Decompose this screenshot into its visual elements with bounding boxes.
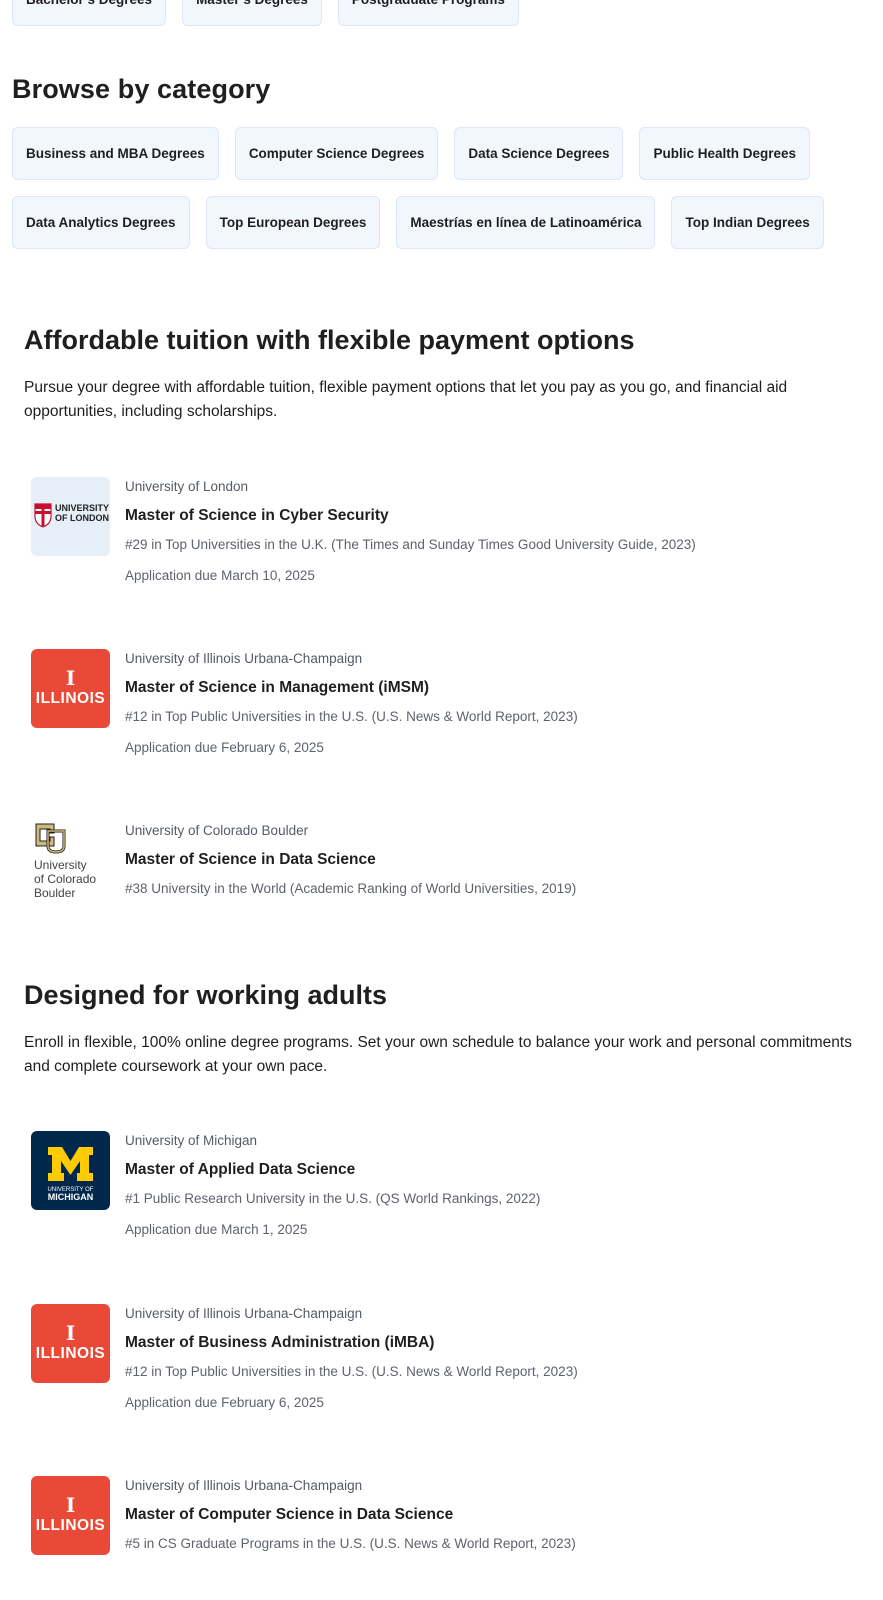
browse-by-category-heading: Browse by category (12, 74, 271, 104)
affordable-tuition-description: Pursue your degree with affordable tuiti… (24, 379, 788, 420)
chip-postgraduate[interactable]: Postgraduate Programs (337, 0, 519, 26)
program-title[interactable]: Master of Science in Cyber Security (125, 505, 696, 527)
application-due: Application due February 6, 2025 (125, 1395, 324, 1410)
partner-name: University of Illinois Urbana-Champaign (125, 1478, 363, 1493)
illinois-wordmark: ILLINOIS (35, 690, 106, 707)
program-rank: #29 in Top Universities in the U.K. (The… (125, 537, 696, 552)
program-title[interactable]: Master of Science in Data Science (125, 849, 576, 871)
svg-text:MICHIGAN: MICHIGAN (48, 1192, 94, 1202)
program-rank: #1 Public Research University in the U.S… (125, 1191, 541, 1206)
chip-bachelors[interactable]: Bachelor’s Degrees (12, 0, 167, 26)
working-adults-description: Enroll in flexible, 100% online degree p… (24, 1034, 852, 1075)
partner-name: University of Michigan (125, 1133, 258, 1148)
illinois-block-i-icon: I (65, 666, 76, 690)
chip-data-analytics[interactable]: Data Analytics Degrees (12, 196, 190, 249)
partner-name: University of Illinois Urbana-Champaign (125, 1306, 363, 1321)
chip-data-science[interactable]: Data Science Degrees (454, 127, 624, 180)
program-card[interactable]: I ILLINOIS University of Illinois Urbana… (31, 649, 851, 769)
chip-top-european[interactable]: Top European Degrees (205, 196, 381, 249)
program-rank: #38 University in the World (Academic Ra… (125, 881, 577, 896)
program-card[interactable]: UNIVERSITY OF LONDON University of Londo… (31, 477, 851, 597)
illinois-logo: I ILLINOIS (31, 649, 110, 728)
illinois-wordmark: ILLINOIS (35, 1517, 106, 1534)
chip-masters[interactable]: Master’s Degrees (182, 0, 322, 26)
program-rank: #12 in Top Public Universities in the U.… (125, 1364, 578, 1379)
category-chips-row-2: Data Analytics Degrees Top European Degr… (12, 196, 824, 249)
michigan-logo: UNIVERSITY OF MICHIGAN (31, 1131, 110, 1210)
application-due: Application due February 6, 2025 (125, 740, 324, 755)
chip-maestrias-latinoamerica[interactable]: Maestrías en línea de Latinoamérica (396, 196, 656, 249)
university-of-london-logo: UNIVERSITY OF LONDON (31, 477, 110, 556)
application-due: Application due March 1, 2025 (125, 1222, 308, 1237)
chip-business-mba[interactable]: Business and MBA Degrees (12, 127, 219, 180)
partner-name: University of Illinois Urbana-Champaign (125, 651, 363, 666)
chip-public-health[interactable]: Public Health Degrees (639, 127, 811, 180)
working-adults-heading: Designed for working adults (24, 980, 388, 1010)
illinois-logo: I ILLINOIS (31, 1476, 110, 1555)
program-card[interactable]: UNIVERSITY OF MICHIGAN University of Mic… (31, 1131, 851, 1251)
program-title[interactable]: Master of Applied Data Science (125, 1159, 540, 1181)
illinois-wordmark: ILLINOIS (35, 1345, 106, 1362)
partner-name: University of Colorado Boulder (125, 823, 309, 838)
program-rank: #5 in CS Graduate Programs in the U.S. (… (125, 1536, 576, 1551)
degree-type-chips: Bachelor’s Degrees Master’s Degrees Post… (12, 0, 519, 26)
svg-text:University: University (34, 858, 87, 872)
chip-top-indian[interactable]: Top Indian Degrees (671, 196, 824, 249)
program-rank: #12 in Top Public Universities in the U.… (125, 709, 578, 724)
illinois-block-i-icon: I (65, 1493, 76, 1517)
svg-text:OF LONDON: OF LONDON (55, 513, 109, 523)
program-card[interactable]: I ILLINOIS University of Illinois Urbana… (31, 1304, 851, 1424)
program-title[interactable]: Master of Science in Management (iMSM) (125, 677, 578, 699)
svg-text:of Colorado: of Colorado (34, 872, 96, 886)
program-card[interactable]: I ILLINOIS University of Illinois Urbana… (31, 1476, 851, 1596)
svg-text:Boulder: Boulder (34, 886, 75, 900)
affordable-tuition-heading: Affordable tuition with flexible payment… (24, 325, 635, 355)
colorado-boulder-logo: University of Colorado Boulder (31, 821, 110, 900)
svg-text:UNIVERSITY: UNIVERSITY (55, 503, 109, 513)
illinois-block-i-icon: I (65, 1321, 76, 1345)
program-title[interactable]: Master of Computer Science in Data Scien… (125, 1504, 576, 1526)
chip-computer-science[interactable]: Computer Science Degrees (234, 127, 439, 180)
program-card[interactable]: University of Colorado Boulder Universit… (31, 821, 851, 941)
application-due: Application due March 10, 2025 (125, 568, 315, 583)
program-title[interactable]: Master of Business Administration (iMBA) (125, 1332, 578, 1354)
illinois-logo: I ILLINOIS (31, 1304, 110, 1383)
category-chips-row-1: Business and MBA Degrees Computer Scienc… (12, 127, 811, 180)
partner-name: University of London (125, 479, 249, 494)
